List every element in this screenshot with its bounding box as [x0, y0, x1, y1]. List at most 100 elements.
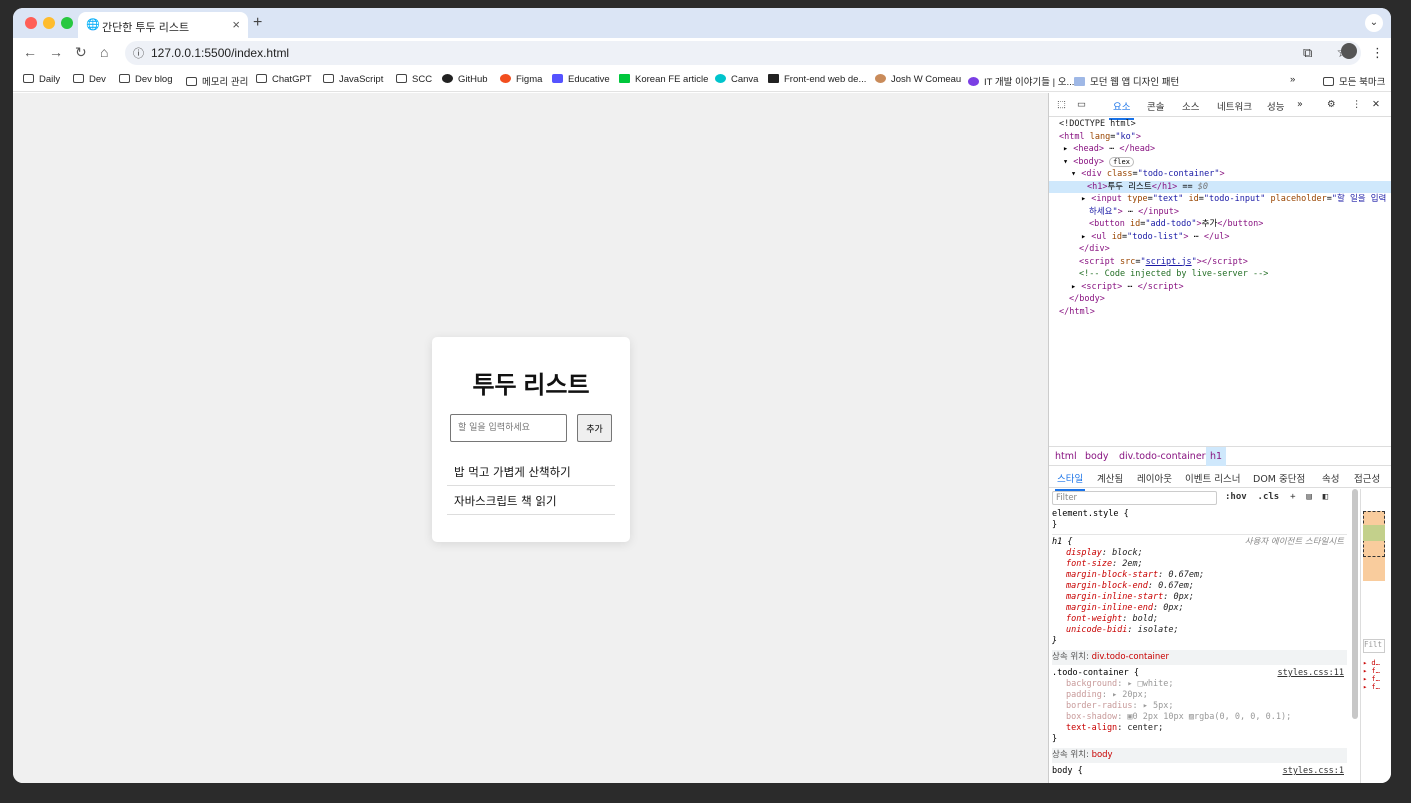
element-style-rule[interactable]: element.style {	[1052, 509, 1347, 520]
dom-node[interactable]: ▸ <input type="text" id="todo-input" pla…	[1059, 193, 1391, 206]
close-tab-icon[interactable]: ×	[232, 17, 240, 32]
tab-performance[interactable]: 성능	[1267, 99, 1284, 113]
bookmark-link[interactable]: Korean FE article	[619, 74, 708, 85]
dom-node[interactable]: <!DOCTYPE html>	[1059, 118, 1391, 131]
dom-node[interactable]: <button id="add-todo">추가</button>	[1059, 218, 1391, 231]
patterns-icon	[1074, 77, 1085, 86]
bookmark-link[interactable]: Josh W Comeau	[875, 74, 961, 85]
close-devtools-icon[interactable]: ✕	[1372, 99, 1380, 110]
all-bookmarks-folder[interactable]: 모든 북마크	[1323, 74, 1385, 88]
devtools-tabs: ⬚ ▭ 요소 콘솔 소스 네트워크 성능 » ⚙ ⋮ ✕	[1049, 93, 1391, 120]
tab-elements[interactable]: 요소	[1108, 99, 1136, 120]
tab-dom-breakpoints[interactable]: DOM 중단점	[1253, 471, 1305, 485]
bookmark-folder[interactable]: ChatGPT	[256, 74, 312, 85]
bookmark-link[interactable]: 모던 웹 앱 디자인 패턴	[1074, 74, 1179, 88]
new-tab-button[interactable]: +	[253, 14, 262, 32]
dom-node: 하세요"> ⋯ </input>	[1089, 206, 1180, 217]
tab-network[interactable]: 네트워크	[1217, 99, 1252, 113]
breadcrumb-div[interactable]: div.todo-container	[1119, 451, 1206, 462]
minimize-window-button[interactable]	[43, 17, 55, 29]
dom-node[interactable]: <html lang="ko">	[1059, 131, 1391, 144]
style-rules: element.style { } h1 {사용자 에이전트 스타일시트 dis…	[1052, 509, 1347, 777]
bookmark-folder[interactable]: SCC	[396, 74, 432, 85]
address-bar[interactable]: ⓘ 127.0.0.1:5500/index.html ☆	[125, 41, 1361, 65]
inspect-element-icon[interactable]: ⬚	[1057, 99, 1066, 110]
dom-node-selected[interactable]: <h1>투두 리스트</h1> == $0	[1049, 180, 1391, 193]
back-button[interactable]: ←	[23, 44, 37, 60]
styles-scrollbar[interactable]	[1352, 489, 1358, 719]
tab-sources[interactable]: 소스	[1182, 99, 1199, 113]
body-rule[interactable]: body {styles.css:1	[1052, 766, 1347, 777]
home-button[interactable]: ⌂	[100, 44, 108, 60]
extensions-icon[interactable]: ⧉	[1303, 45, 1312, 61]
browser-toolbar: ← → ↻ ⌂ ⓘ 127.0.0.1:5500/index.html ☆ ⧉ …	[13, 38, 1391, 68]
bookmark-link[interactable]: GitHub	[442, 74, 488, 85]
tab-search-button[interactable]: ⌄	[1365, 14, 1383, 32]
browser-window: 🌐 간단한 투두 리스트 × + ⌄ ← → ↻ ⌂ ⓘ 127.0.0.1:5…	[13, 8, 1391, 783]
todo-item[interactable]: 자바스크립트 책 읽기	[447, 486, 615, 515]
tab-console[interactable]: 콘솔	[1147, 99, 1164, 113]
inherited-header: 상속 위치: body	[1052, 748, 1347, 763]
menu-icon[interactable]: ⋮	[1371, 45, 1384, 61]
dom-node[interactable]: ▸ <head> ⋯ </head>	[1059, 143, 1391, 156]
maximize-window-button[interactable]	[61, 17, 73, 29]
tab-layout[interactable]: 레이아웃	[1137, 471, 1172, 485]
tab-properties[interactable]: 속성	[1322, 471, 1339, 485]
paint-icon[interactable]: ▤	[1306, 492, 1311, 502]
todo-container-rule[interactable]: .todo-container {styles.css:11	[1052, 668, 1347, 679]
site-info-icon[interactable]: ⓘ	[133, 45, 144, 61]
bookmark-link[interactable]: Educative	[552, 74, 610, 85]
breadcrumb-body[interactable]: body	[1085, 451, 1109, 462]
dom-node[interactable]: ▾ <div class="todo-container">	[1059, 168, 1391, 181]
cls-toggle[interactable]: .cls	[1258, 492, 1280, 502]
dom-node[interactable]: </body>	[1059, 293, 1391, 306]
bookmark-folder[interactable]: Daily	[23, 74, 60, 85]
bookmark-folder[interactable]: JavaScript	[323, 74, 383, 85]
dom-node[interactable]: </div>	[1059, 243, 1391, 256]
educative-icon	[552, 74, 563, 83]
tab-styles[interactable]: 스타일	[1054, 471, 1086, 491]
dom-node[interactable]: ▾ <body> flex	[1059, 156, 1391, 169]
forward-button[interactable]: →	[49, 44, 63, 60]
browser-tab[interactable]: 🌐 간단한 투두 리스트 ×	[78, 12, 248, 38]
bookmark-folder[interactable]: Dev	[73, 74, 106, 85]
dom-node[interactable]: <script src="script.js"></script>	[1059, 256, 1391, 269]
it-blog-icon	[968, 77, 979, 86]
settings-gear-icon[interactable]: ⚙	[1327, 99, 1336, 110]
bookmark-folder[interactable]: Dev blog	[119, 74, 173, 85]
todo-item[interactable]: 밥 먹고 가볍게 산책하기	[447, 457, 615, 486]
close-window-button[interactable]	[25, 17, 37, 29]
bookmark-link[interactable]: IT 개발 이야기들 | 오...	[968, 74, 1074, 88]
sidebar-toggle-icon[interactable]: ◧	[1323, 492, 1328, 502]
more-bookmarks-icon[interactable]: »	[1290, 74, 1295, 85]
more-tabs-icon[interactable]: »	[1297, 99, 1303, 110]
todo-input[interactable]	[450, 414, 567, 442]
dom-node[interactable]: ▸ <script> ⋯ </script>	[1059, 281, 1391, 294]
breadcrumb-html[interactable]: html	[1055, 451, 1077, 462]
bookmark-link[interactable]: Front-end web de...	[768, 74, 866, 85]
reload-button[interactable]: ↻	[75, 44, 87, 61]
h1-rule[interactable]: h1 {사용자 에이전트 스타일시트	[1052, 534, 1347, 548]
computed-filter[interactable]: Filt	[1363, 639, 1385, 653]
styles-filter-input[interactable]: Filter	[1052, 491, 1217, 505]
bookmark-folder[interactable]: 메모리 관리	[186, 74, 248, 88]
tab-event-listeners[interactable]: 이벤트 리스너	[1185, 471, 1240, 485]
dom-comment[interactable]: <!-- Code injected by live-server -->	[1059, 268, 1391, 281]
tab-accessibility[interactable]: 접근성	[1354, 471, 1380, 485]
breadcrumb-h1[interactable]: h1	[1206, 447, 1227, 466]
dom-node[interactable]: </html>	[1059, 306, 1391, 319]
profile-avatar[interactable]	[1341, 43, 1357, 59]
bookmark-link[interactable]: Canva	[715, 74, 758, 85]
source-link[interactable]: styles.css:1	[1283, 766, 1344, 777]
source-link[interactable]: styles.css:11	[1277, 668, 1344, 679]
tab-computed[interactable]: 계산됨	[1097, 471, 1123, 485]
folder-icon	[1323, 77, 1334, 86]
device-toggle-icon[interactable]: ▭	[1077, 99, 1086, 110]
bookmark-link[interactable]: Figma	[500, 74, 542, 85]
add-todo-button[interactable]: 추가	[577, 414, 612, 442]
hov-toggle[interactable]: :hov	[1225, 492, 1247, 502]
add-rule-icon[interactable]: +	[1290, 492, 1295, 502]
folder-icon	[73, 74, 84, 83]
devtools-menu-icon[interactable]: ⋮	[1352, 99, 1362, 110]
dom-node[interactable]: ▸ <ul id="todo-list"> ⋯ </ul>	[1059, 231, 1391, 244]
